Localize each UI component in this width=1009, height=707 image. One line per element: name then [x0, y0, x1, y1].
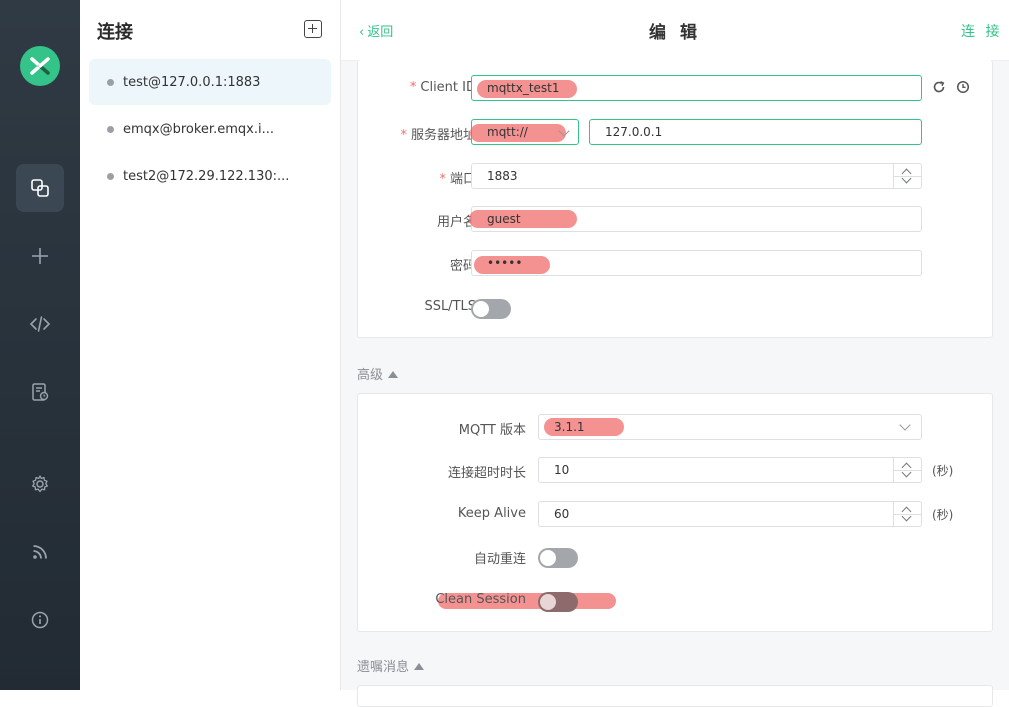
app-sidebar	[0, 0, 80, 690]
password-input[interactable]: •••••	[471, 250, 922, 276]
connection-name: test2@172.29.122.130:...	[123, 168, 290, 184]
caret-up-icon	[414, 663, 425, 670]
connection-name: emqx@broker.emqx.i...	[123, 121, 274, 137]
connection-item[interactable]: test2@172.29.122.130:...	[89, 153, 331, 199]
status-dot-icon	[107, 125, 114, 133]
ssl-label: SSL/TLS	[424, 299, 476, 314]
connection-list-panel: 连接 test@127.0.0.1:1883 emqx@broker.emqx.…	[80, 0, 341, 690]
client-id-label: * Client ID	[409, 80, 476, 95]
chevron-down-icon	[899, 419, 911, 431]
connection-editor: ‹ 返回 编 辑 连 接 * Client ID mqttx_test1 * 服务器地…	[341, 0, 1009, 707]
connection-name: test@127.0.0.1:1883	[123, 74, 261, 90]
info-icon	[31, 611, 49, 629]
feed-nav-button[interactable]	[16, 528, 64, 576]
clock-icon[interactable]	[956, 80, 970, 94]
gear-icon	[31, 475, 49, 493]
status-dot-icon	[107, 172, 114, 180]
new-connection-nav-button[interactable]	[16, 232, 64, 280]
username-label: 用户名	[436, 215, 476, 230]
rss-icon	[33, 545, 47, 559]
clean-session-toggle[interactable]	[538, 592, 578, 612]
code-icon	[29, 316, 51, 332]
username-input[interactable]: guest	[469, 206, 922, 232]
add-connection-icon[interactable]	[304, 20, 322, 38]
auto-reconnect-toggle[interactable]	[538, 548, 578, 568]
auto-reconnect-label: 自动重连	[473, 552, 526, 567]
connect-button[interactable]: 连 接	[961, 21, 1002, 41]
caret-up-icon	[388, 371, 399, 378]
mqttx-logo	[20, 46, 60, 86]
connect-timeout-stepper[interactable]: 10	[538, 457, 922, 483]
stepper-controls[interactable]	[893, 458, 921, 482]
stepper-controls[interactable]	[893, 164, 921, 188]
client-id-input[interactable]: mqttx_test1	[471, 75, 922, 101]
settings-nav-button[interactable]	[16, 460, 64, 508]
editor-topbar: ‹ 返回 编 辑 连 接	[341, 0, 1009, 61]
port-stepper[interactable]: 1883	[471, 163, 922, 189]
keep-alive-label: Keep Alive	[457, 506, 526, 521]
about-nav-button[interactable]	[16, 596, 64, 644]
stepper-controls[interactable]	[893, 502, 921, 526]
port-label: * 端口	[439, 172, 476, 187]
keep-alive-unit: (秒)	[932, 508, 954, 522]
connection-item[interactable]: test@127.0.0.1:1883	[89, 59, 331, 105]
refresh-icon[interactable]	[932, 80, 946, 94]
log-nav-button[interactable]	[16, 368, 64, 416]
mqtt-version-select[interactable]: 3.1.1	[538, 414, 922, 440]
general-settings-card: * Client ID mqttx_test1 * 服务器地址 mqtt:// 12…	[357, 60, 993, 338]
will-message-section-toggle[interactable]: 遗嘱消息	[357, 656, 425, 675]
keep-alive-stepper[interactable]: 60	[538, 501, 922, 527]
connect-timeout-label: 连接超时时长	[447, 466, 526, 481]
connections-icon	[31, 179, 49, 197]
host-input[interactable]: 127.0.0.1	[589, 119, 922, 145]
page-title: 编 辑	[649, 23, 701, 43]
connection-item[interactable]: emqx@broker.emqx.i...	[89, 106, 331, 152]
clean-session-label: Clean Session	[435, 592, 526, 607]
mqtt-version-label: MQTT 版本	[458, 423, 526, 438]
status-dot-icon	[107, 78, 114, 86]
advanced-settings-card: MQTT 版本 3.1.1 连接超时时长 10 (秒) Keep Alive 6…	[357, 393, 993, 632]
will-message-card	[357, 685, 993, 707]
plus-icon	[32, 248, 48, 264]
password-label: 密码	[449, 259, 476, 274]
connections-nav-button[interactable]	[16, 164, 64, 212]
connection-list-title: 连接	[97, 22, 133, 43]
ssl-toggle[interactable]	[471, 299, 511, 319]
advanced-section-toggle[interactable]: 高级	[357, 364, 399, 383]
protocol-select[interactable]: mqtt://	[470, 119, 579, 145]
script-nav-button[interactable]	[16, 300, 64, 348]
log-icon	[32, 383, 49, 401]
timeout-unit: (秒)	[932, 464, 954, 478]
server-address-label: * 服务器地址	[400, 128, 476, 143]
